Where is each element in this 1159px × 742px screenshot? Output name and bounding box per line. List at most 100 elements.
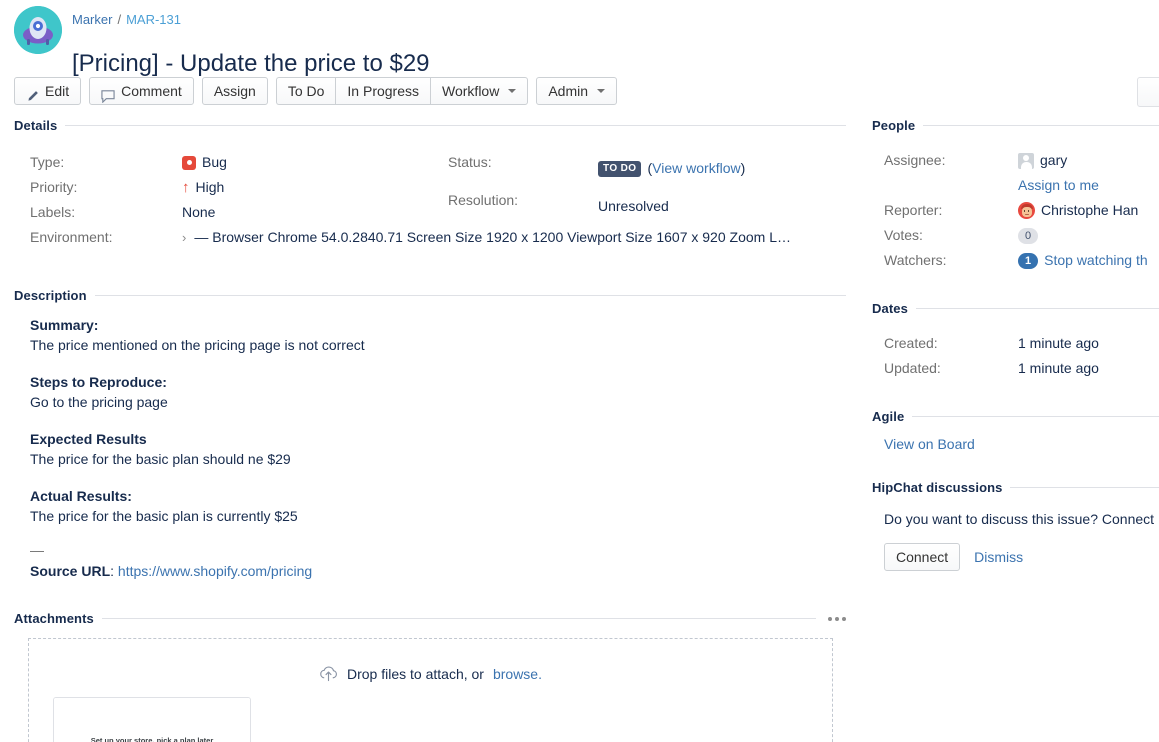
assignee-value: gary	[1040, 148, 1067, 173]
hipchat-section: HipChat discussions Do you want to discu…	[872, 480, 1159, 571]
people-section-header: People	[872, 118, 1159, 133]
description-body: Summary: The price mentioned on the pric…	[14, 315, 846, 581]
steps-text: Go to the pricing page	[30, 392, 846, 412]
view-workflow-wrapper: (View workflow)	[647, 156, 745, 181]
dates-heading: Dates	[872, 301, 908, 316]
hipchat-section-header: HipChat discussions	[872, 480, 1159, 495]
votes-label: Votes:	[872, 223, 1018, 248]
thumbnail-preview: Set up your store, pick a plan later Try…	[54, 698, 250, 742]
environment-label: Environment:	[14, 225, 182, 250]
actual-results-text: The price for the basic plan is currentl…	[30, 506, 846, 526]
dropzone-message: Drop files to attach, or browse.	[29, 665, 832, 682]
hipchat-dismiss-link[interactable]: Dismiss	[974, 549, 1023, 565]
attachments-heading: Attachments	[14, 611, 94, 626]
description-section: Description Summary: The price mentioned…	[14, 288, 846, 581]
details-column-right: Status: TO DO (View workflow) Resolution…	[448, 150, 828, 225]
view-workflow-link[interactable]: View workflow	[652, 160, 740, 176]
thumbnail-title: Set up your store, pick a plan later	[54, 736, 250, 742]
speech-bubble-icon	[101, 85, 115, 98]
steps-heading: Steps to Reproduce:	[30, 372, 846, 392]
avatar	[1018, 153, 1034, 169]
marker-project-avatar-icon	[14, 6, 62, 54]
type-value: Bug	[202, 150, 227, 175]
workflow-button-label: Workflow	[442, 78, 499, 104]
assignee-label: Assignee:	[872, 148, 1018, 173]
issue-main-column: Details Type: Bug Priority: ↑ High Label…	[14, 118, 846, 742]
actual-results-heading: Actual Results:	[30, 486, 846, 506]
details-grid: Type: Bug Priority: ↑ High Labels: None …	[14, 150, 846, 225]
section-divider	[102, 618, 816, 619]
details-column-left: Type: Bug Priority: ↑ High Labels: None	[14, 150, 448, 225]
people-section: People Assignee: gary Assign to me Repor…	[872, 118, 1159, 273]
environment-value: — Browser Chrome 54.0.2840.71 Screen Siz…	[194, 225, 791, 250]
page-title: [Pricing] - Update the price to $29	[72, 44, 1159, 79]
paren-close: )	[741, 160, 746, 176]
breadcrumb-issue-link[interactable]: MAR-131	[126, 12, 181, 27]
assign-to-me-row: Assign to me	[1018, 173, 1159, 198]
jira-issue-page: Marker/MAR-131 [Pricing] - Update the pr…	[0, 0, 1159, 742]
type-label: Type:	[14, 150, 182, 175]
in-progress-transition-button[interactable]: In Progress	[335, 77, 430, 105]
todo-button-label: To Do	[288, 78, 325, 104]
expected-results-text: The price for the basic plan should ne $…	[30, 449, 846, 469]
section-divider	[65, 125, 846, 126]
assign-button[interactable]: Assign	[202, 77, 268, 105]
dates-section: Dates Created: 1 minute ago Updated: 1 m…	[872, 301, 1159, 381]
assign-to-me-link[interactable]: Assign to me	[1018, 173, 1099, 198]
resolution-value: Unresolved	[598, 188, 828, 226]
more-options-icon[interactable]	[824, 617, 846, 621]
environment-value-row[interactable]: › — Browser Chrome 54.0.2840.71 Screen S…	[182, 225, 846, 250]
hipchat-heading: HipChat discussions	[872, 480, 1002, 495]
admin-dropdown-button[interactable]: Admin	[536, 77, 617, 105]
source-url-colon: :	[110, 563, 114, 579]
workflow-dropdown-button[interactable]: Workflow	[430, 77, 528, 105]
chevron-right-icon[interactable]: ›	[182, 225, 186, 250]
hipchat-prompt: Do you want to discuss this issue? Conne…	[872, 509, 1159, 529]
breadcrumb: Marker/MAR-131	[72, 8, 1159, 28]
bug-icon	[182, 156, 196, 170]
priority-label: Priority:	[14, 175, 182, 200]
attachment-thumbnail[interactable]: Set up your store, pick a plan later Try…	[53, 697, 251, 742]
hipchat-connect-button[interactable]: Connect	[884, 543, 960, 571]
watchers-label: Watchers:	[872, 248, 1018, 273]
votes-value-row: 0	[1018, 223, 1159, 248]
description-divider: —	[30, 543, 846, 557]
labels-value: None	[182, 200, 448, 225]
reporter-value-row: Christophe Han	[1018, 198, 1159, 223]
attachments-section: Attachments Drop files to attach, or	[14, 611, 846, 742]
hipchat-connect-label: Connect	[896, 544, 948, 570]
status-label: Status:	[448, 150, 598, 188]
spacer	[872, 452, 1159, 480]
agile-section: Agile View on Board	[872, 409, 1159, 452]
spacer	[872, 381, 1159, 409]
details-section-header: Details	[14, 118, 846, 133]
watchers-badge: 1	[1018, 253, 1038, 269]
updated-value: 1 minute ago	[1018, 356, 1159, 381]
environment-row: Environment: › — Browser Chrome 54.0.284…	[14, 225, 846, 250]
watchers-value-row: 1 Stop watching th	[1018, 248, 1159, 273]
agile-section-header: Agile	[872, 409, 1159, 424]
agile-links: View on Board	[872, 436, 1159, 452]
todo-transition-button[interactable]: To Do	[276, 77, 336, 105]
people-grid: Assignee: gary Assign to me Reporter:	[872, 148, 1159, 273]
edit-button[interactable]: Edit	[14, 77, 81, 105]
view-on-board-link[interactable]: View on Board	[884, 436, 975, 452]
source-url-link[interactable]: https://www.shopify.com/pricing	[118, 563, 312, 579]
upload-cloud-icon	[319, 665, 338, 682]
updated-label: Updated:	[872, 356, 1018, 381]
priority-value: High	[196, 175, 225, 200]
overflow-toolbar-button[interactable]	[1137, 77, 1159, 107]
admin-button-label: Admin	[548, 78, 588, 104]
browse-link[interactable]: browse.	[493, 666, 542, 682]
assignee-spacer	[872, 173, 1018, 198]
stop-watching-link[interactable]: Stop watching th	[1044, 248, 1148, 273]
comment-button-label: Comment	[121, 78, 182, 104]
breadcrumb-project-link[interactable]: Marker	[72, 12, 112, 27]
comment-button[interactable]: Comment	[89, 77, 194, 105]
type-value-row: Bug	[182, 150, 448, 175]
section-divider	[923, 125, 1159, 126]
avatar	[1018, 202, 1035, 219]
attachment-dropzone[interactable]: Drop files to attach, or browse. Set up …	[28, 638, 833, 742]
spacer	[872, 273, 1159, 301]
description-heading: Description	[14, 288, 87, 303]
